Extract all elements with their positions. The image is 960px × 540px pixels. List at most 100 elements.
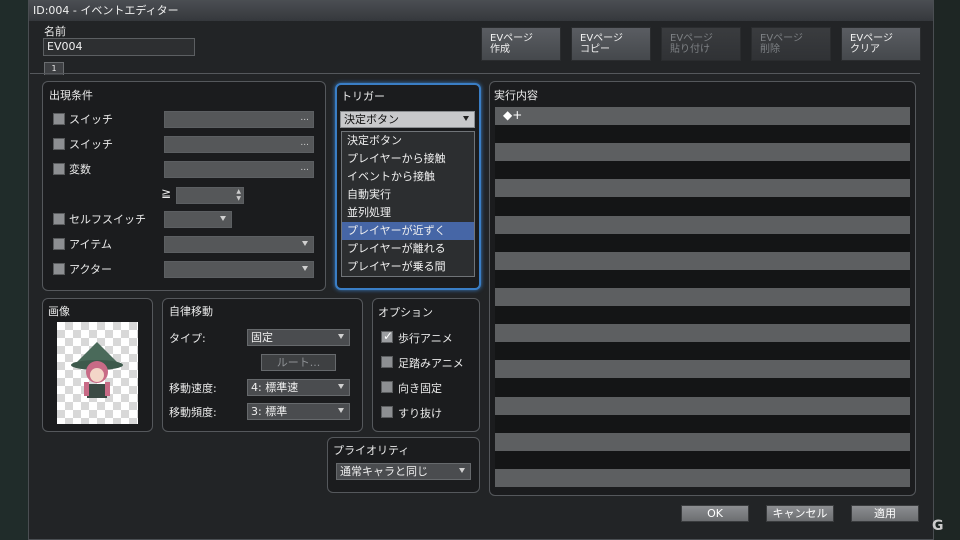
trigger-selected: 決定ボタン xyxy=(344,113,399,126)
type-dropdown[interactable]: 固定 xyxy=(247,329,350,346)
switch1-checkbox[interactable] xyxy=(53,113,65,125)
switch2-browse[interactable]: ... xyxy=(300,137,309,150)
switch2-checkbox[interactable] xyxy=(53,138,65,150)
route-button[interactable]: ルート... xyxy=(261,354,336,371)
name-label: 名前 xyxy=(44,25,66,38)
trigger-option[interactable]: 並列処理 xyxy=(342,204,474,222)
switch1-label: スイッチ xyxy=(69,113,113,126)
actor-label: アクター xyxy=(69,263,113,276)
variable-field[interactable]: ... xyxy=(164,161,314,178)
new-event-page-button[interactable]: EVページ 作成 xyxy=(481,27,561,61)
execution-row[interactable] xyxy=(495,197,910,216)
variable-value-spinner[interactable]: ▲ ▼ xyxy=(176,187,244,204)
delete-event-page-button[interactable]: EVページ 削除 xyxy=(751,27,831,61)
direction-fix-label: 向き固定 xyxy=(398,382,442,395)
switch1-browse[interactable]: ... xyxy=(300,112,309,125)
image-title: 画像 xyxy=(48,305,70,318)
freq-value: 3: 標準 xyxy=(251,405,288,418)
item-dropdown[interactable] xyxy=(164,236,314,253)
variable-browse[interactable]: ... xyxy=(300,162,309,175)
execution-row[interactable] xyxy=(495,233,910,252)
copy-event-page-button[interactable]: EVページ コピー xyxy=(571,27,651,61)
execution-row[interactable] xyxy=(495,143,910,162)
name-input[interactable]: EV004 xyxy=(43,38,195,56)
speed-value: 4: 標準速 xyxy=(251,381,299,394)
execution-row[interactable] xyxy=(495,414,910,433)
walk-anime-checkbox[interactable]: ✓ xyxy=(381,329,394,343)
window-title: ID:004 - イベントエディター xyxy=(29,1,933,21)
execution-title: 実行内容 xyxy=(494,89,538,102)
gte-symbol: ≧ xyxy=(161,186,172,200)
step-anime-label: 足踏みアニメ xyxy=(398,357,464,370)
execution-row[interactable] xyxy=(495,324,910,343)
chevron-down-icon xyxy=(459,468,465,473)
execution-row[interactable] xyxy=(495,360,910,379)
ok-button[interactable]: OK xyxy=(681,505,749,522)
options-title: オプション xyxy=(378,306,433,319)
execution-row[interactable] xyxy=(495,450,910,469)
freq-dropdown[interactable]: 3: 標準 xyxy=(247,403,350,420)
trigger-option[interactable]: 決定ボタン xyxy=(342,132,474,150)
actor-dropdown[interactable] xyxy=(164,261,314,278)
chevron-down-icon xyxy=(302,241,308,246)
execution-row[interactable] xyxy=(495,161,910,180)
execution-row[interactable] xyxy=(495,107,910,126)
execution-list[interactable] xyxy=(495,107,910,488)
character-image[interactable] xyxy=(57,322,138,424)
chevron-down-icon xyxy=(338,408,344,413)
item-checkbox[interactable] xyxy=(53,238,65,250)
direction-fix-checkbox[interactable] xyxy=(381,381,393,393)
self-switch-checkbox[interactable] xyxy=(53,213,65,225)
execution-row[interactable] xyxy=(495,125,910,144)
speed-dropdown[interactable]: 4: 標準速 xyxy=(247,379,350,396)
execution-row[interactable] xyxy=(495,306,910,325)
chevron-down-icon xyxy=(220,216,226,221)
watermark-logo-icon: G xyxy=(932,518,944,534)
item-label: アイテム xyxy=(69,238,112,251)
actor-checkbox[interactable] xyxy=(53,263,65,275)
execution-row[interactable] xyxy=(495,378,910,397)
tab-divider xyxy=(30,73,920,74)
spin-down-icon[interactable]: ▼ xyxy=(236,196,241,202)
character-sprite-icon xyxy=(71,342,123,398)
execution-row[interactable] xyxy=(495,179,910,198)
variable-checkbox[interactable] xyxy=(53,163,65,175)
cancel-button[interactable]: キャンセル xyxy=(766,505,834,522)
type-label: タイプ: xyxy=(169,332,206,345)
trigger-option[interactable]: 自動実行 xyxy=(342,186,474,204)
trigger-option[interactable]: プレイヤーが離れる xyxy=(342,240,474,258)
execution-first-row[interactable]: ◆+ xyxy=(503,108,522,122)
execution-row[interactable] xyxy=(495,342,910,361)
execution-row[interactable] xyxy=(495,251,910,270)
priority-dropdown[interactable]: 通常キャラと同じ xyxy=(336,463,471,480)
freq-label: 移動頻度: xyxy=(169,406,217,419)
clear-event-page-button[interactable]: EVページ クリア xyxy=(841,27,921,61)
switch2-field[interactable]: ... xyxy=(164,136,314,153)
map-background-left xyxy=(0,0,28,540)
trigger-title: トリガー xyxy=(341,90,385,103)
step-anime-checkbox[interactable] xyxy=(381,356,393,368)
self-switch-dropdown[interactable] xyxy=(164,211,232,228)
execution-row[interactable] xyxy=(495,432,910,451)
apply-button[interactable]: 適用 xyxy=(851,505,919,522)
execution-row[interactable] xyxy=(495,396,910,415)
trigger-option[interactable]: プレイヤーが乗る間 xyxy=(342,258,474,276)
trigger-dropdown[interactable]: 決定ボタン xyxy=(340,111,475,128)
paste-event-page-button[interactable]: EVページ 貼り付け xyxy=(661,27,741,61)
autonomous-title: 自律移動 xyxy=(169,305,213,318)
execution-row[interactable] xyxy=(495,468,910,487)
through-checkbox[interactable] xyxy=(381,406,393,418)
trigger-options-list: 決定ボタン プレイヤーから接触 イベントから接触 自動実行 並列処理 プレイヤー… xyxy=(341,131,475,277)
execution-row[interactable] xyxy=(495,287,910,307)
chevron-down-icon xyxy=(463,116,469,121)
execution-row[interactable] xyxy=(495,215,910,234)
switch1-field[interactable]: ... xyxy=(164,111,314,128)
conditions-title: 出現条件 xyxy=(49,89,93,102)
chevron-down-icon xyxy=(338,334,344,339)
check-icon: ✓ xyxy=(383,329,394,343)
chevron-down-icon xyxy=(302,266,308,271)
execution-row[interactable] xyxy=(495,269,910,288)
trigger-option-highlighted[interactable]: プレイヤーが近ずく xyxy=(342,222,474,240)
trigger-option[interactable]: プレイヤーから接触 xyxy=(342,150,474,168)
trigger-option[interactable]: イベントから接触 xyxy=(342,168,474,186)
